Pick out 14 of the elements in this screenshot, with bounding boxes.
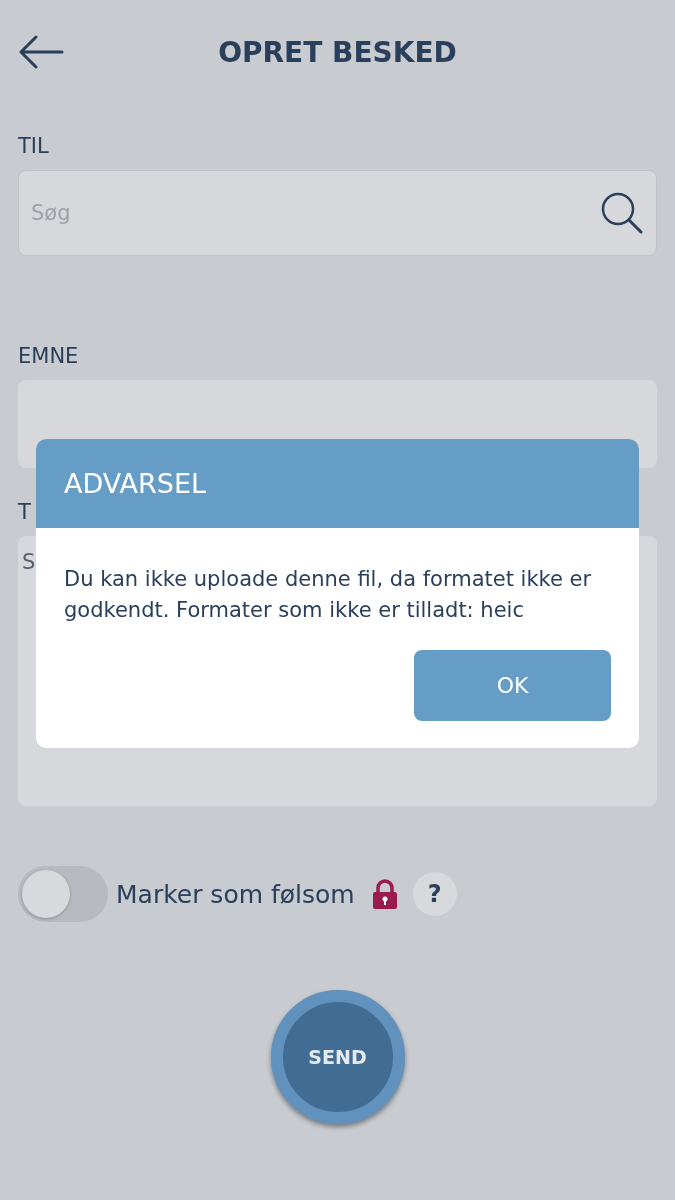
page-title: OPRET BESKED [218,35,457,69]
ok-button[interactable]: OK [414,650,611,721]
dialog-message: Du kan ikke uploade denne fil, da formatet ikke er godkendt. Formater som ikke er tilladt: heic [63,566,593,624]
search-icon[interactable] [600,191,644,235]
lock-icon [370,879,399,909]
dialog-title: ADVARSEL [64,468,206,499]
field-label: TIL [18,134,49,158]
back-arrow-icon[interactable] [18,35,64,69]
send-button[interactable]: SEND [270,990,405,1124]
help-button[interactable]: ? [412,872,457,916]
field-label: EMNE [18,344,79,368]
toggle-label: Marker som følsom [116,879,355,909]
field-label: T [18,500,31,524]
sensitive-toggle[interactable] [18,866,108,922]
